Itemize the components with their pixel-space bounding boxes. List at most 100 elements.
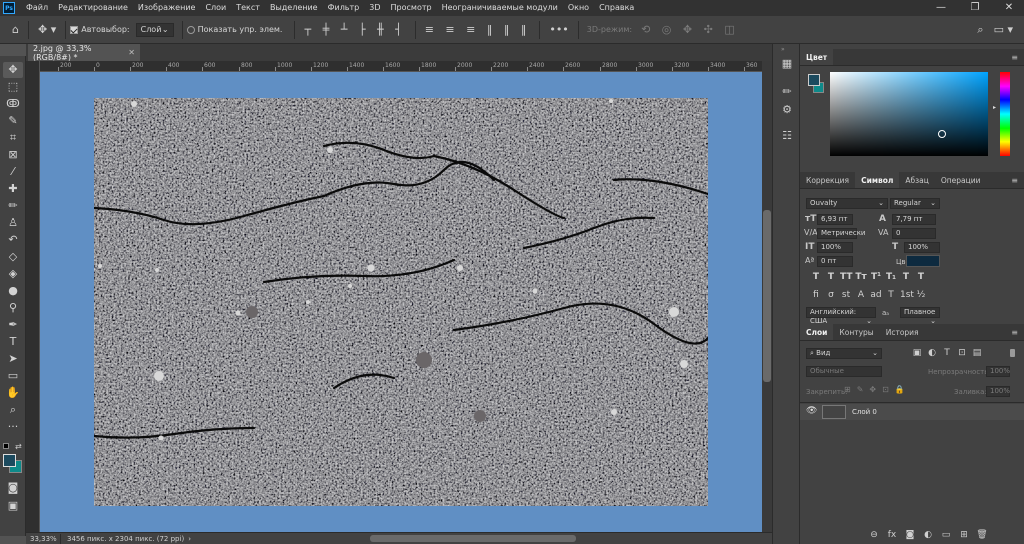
link-layers-icon[interactable]: ⊖ [868,529,880,541]
text-style-button[interactable]: T [900,272,912,282]
menu-item[interactable]: Текст [231,0,265,16]
default-colors-icon[interactable] [3,443,9,449]
horizontal-scale-field[interactable]: 100% [904,242,940,253]
horizontal-scroll-thumb[interactable] [370,535,576,542]
tab-character_panel-3[interactable]: Операции [935,172,987,188]
add-mask-icon[interactable]: ◙ [904,529,916,541]
menu-item[interactable]: Неограничиваемые модули [437,0,563,16]
search-icon[interactable]: ⌕ [972,16,988,44]
filter-toggle[interactable] [1010,349,1015,357]
font-size-field[interactable]: 6,93 пт [817,214,853,225]
pixel-filter-icon[interactable]: ▣ [910,346,924,360]
layer-filter-select[interactable]: ⌕ Вид ⌄ [806,348,882,359]
libraries-icon[interactable]: ▦ [779,56,795,72]
layer-style-icon[interactable]: fx [886,529,898,541]
crop-tool-icon[interactable]: ⌗ [3,130,23,146]
text-style-button[interactable]: T [825,272,837,282]
foreground-color-swatch[interactable] [3,454,16,467]
path-select-tool-icon[interactable]: ➤ [3,351,23,367]
panel-menu-icon[interactable]: ≡ [1011,324,1024,340]
brush-settings-icon[interactable]: ✏ [779,84,795,100]
marquee-tool-icon[interactable]: ⬚ [3,79,23,95]
menu-item[interactable]: 3D [364,0,385,16]
menu-item[interactable]: Выделение [265,0,323,16]
history-brush-tool-icon[interactable]: ↶ [3,232,23,248]
properties-icon[interactable]: ⚙ [779,102,795,118]
font-style-select[interactable]: Regular ⌄ [890,198,940,209]
opacity-field[interactable]: 100% [986,366,1010,377]
dodge-tool-icon[interactable]: ⚲ [3,300,23,316]
lasso-tool-icon[interactable]: ↂ [3,96,23,112]
color-saturation-field[interactable] [830,72,988,156]
tab-color[interactable]: Цвет [800,49,834,65]
distribute-icons[interactable]: ≡ ≡ ≡ ‖ ‖ ‖ [420,16,536,44]
panel-menu-icon[interactable]: ≡ [1011,49,1024,65]
text-color-swatch[interactable] [906,255,940,267]
leading-field[interactable]: 7,79 пт [892,214,936,225]
type-tool-icon[interactable]: T [3,334,23,350]
vertical-scale-field[interactable]: 100% [817,242,853,253]
tab-layers_panel-2[interactable]: История [880,324,925,340]
baseline-shift-field[interactable]: 0 пт [817,256,853,267]
delete-layer-icon[interactable]: 🗑 [976,529,988,541]
hue-slider[interactable] [1000,72,1010,156]
show-transform-checkbox[interactable] [186,25,195,34]
blur-tool-icon[interactable]: ● [3,283,23,299]
tab-character_panel-0[interactable]: Коррекция [800,172,855,188]
zoom-tool-icon[interactable]: ⌕ [3,402,23,418]
autoselect-checkbox[interactable] [70,25,79,34]
minimize-button[interactable]: — [924,0,958,16]
eyedropper-tool-icon[interactable]: ⁄ [3,164,23,180]
tab-layers_panel-0[interactable]: Слои [800,324,834,340]
clone-stamp-tool-icon[interactable]: ♙ [3,215,23,231]
quick-select-tool-icon[interactable]: ✎ [3,113,23,129]
text-style-button[interactable]: T₁ [885,272,897,282]
move-tool-icon[interactable]: ✥ ▾ [33,16,61,44]
kerning-select[interactable]: Метрически [817,228,866,239]
close-window-button[interactable]: ✕ [992,0,1024,16]
text-style-button[interactable]: A [855,290,867,300]
menu-item[interactable]: Просмотр [386,0,437,16]
frame-tool-icon[interactable]: ⊠ [3,147,23,163]
text-style-button[interactable]: ½ [915,290,927,300]
fill-field[interactable]: 100% [986,386,1010,397]
adjustment-layer-icon[interactable]: ◐ [922,529,934,541]
document-tab[interactable]: 2.jpg @ 33,3% (RGB/8#) * ✕ [28,44,140,62]
adjustment-filter-icon[interactable]: ◐ [925,346,939,360]
adjustments-icon[interactable]: ☷ [779,128,795,144]
paint-bucket-tool-icon[interactable]: ◈ [3,266,23,282]
menu-item[interactable]: Изображение [133,0,201,16]
antialias-select[interactable]: Плавное ⌄ [900,307,940,325]
menu-item[interactable]: Окно [563,0,594,16]
hand-tool-icon[interactable]: ✋ [3,385,23,401]
tracking-select[interactable]: 0 [892,228,936,239]
layer-name[interactable]: Слой 0 [852,408,877,416]
shape-filter-icon[interactable]: ⊡ [955,346,969,360]
close-tab-icon[interactable]: ✕ [128,48,135,57]
type-filter-icon[interactable]: T [940,346,954,360]
panel-menu-icon[interactable]: ≡ [1011,172,1024,188]
menu-item[interactable]: Файл [21,0,53,16]
layer-row[interactable]: 👁 Слой 0 [800,404,1024,420]
text-style-button[interactable]: ad [870,290,882,300]
text-style-button[interactable]: fi [810,290,822,300]
vertical-scroll-thumb[interactable] [763,210,771,382]
menu-item[interactable]: Слои [200,0,231,16]
text-style-button[interactable]: σ [825,290,837,300]
tab-character_panel-2[interactable]: Абзац [899,172,934,188]
status-menu-chevron-icon[interactable]: › [188,535,191,543]
more-options-icon[interactable]: ••• [544,16,573,44]
text-style-button[interactable]: T [915,272,927,282]
quick-mask-icon[interactable]: ◙ [3,480,23,496]
menu-item[interactable]: Справка [594,0,639,16]
text-style-button[interactable]: T [885,290,897,300]
text-style-button[interactable]: st [840,290,852,300]
font-family-select[interactable]: Ouvalty ⌄ [806,198,888,209]
3d-mode-icons[interactable]: ⟲ ◎ ✥ ✣ ◫ [636,16,744,44]
eraser-tool-icon[interactable]: ◇ [3,249,23,265]
group-icon[interactable]: ▭ [940,529,952,541]
pen-tool-icon[interactable]: ✒ [3,317,23,333]
more-tools-icon[interactable]: ··· [3,419,23,435]
color-picker-cursor[interactable] [938,130,946,138]
collapse-icon[interactable]: » [781,46,785,53]
